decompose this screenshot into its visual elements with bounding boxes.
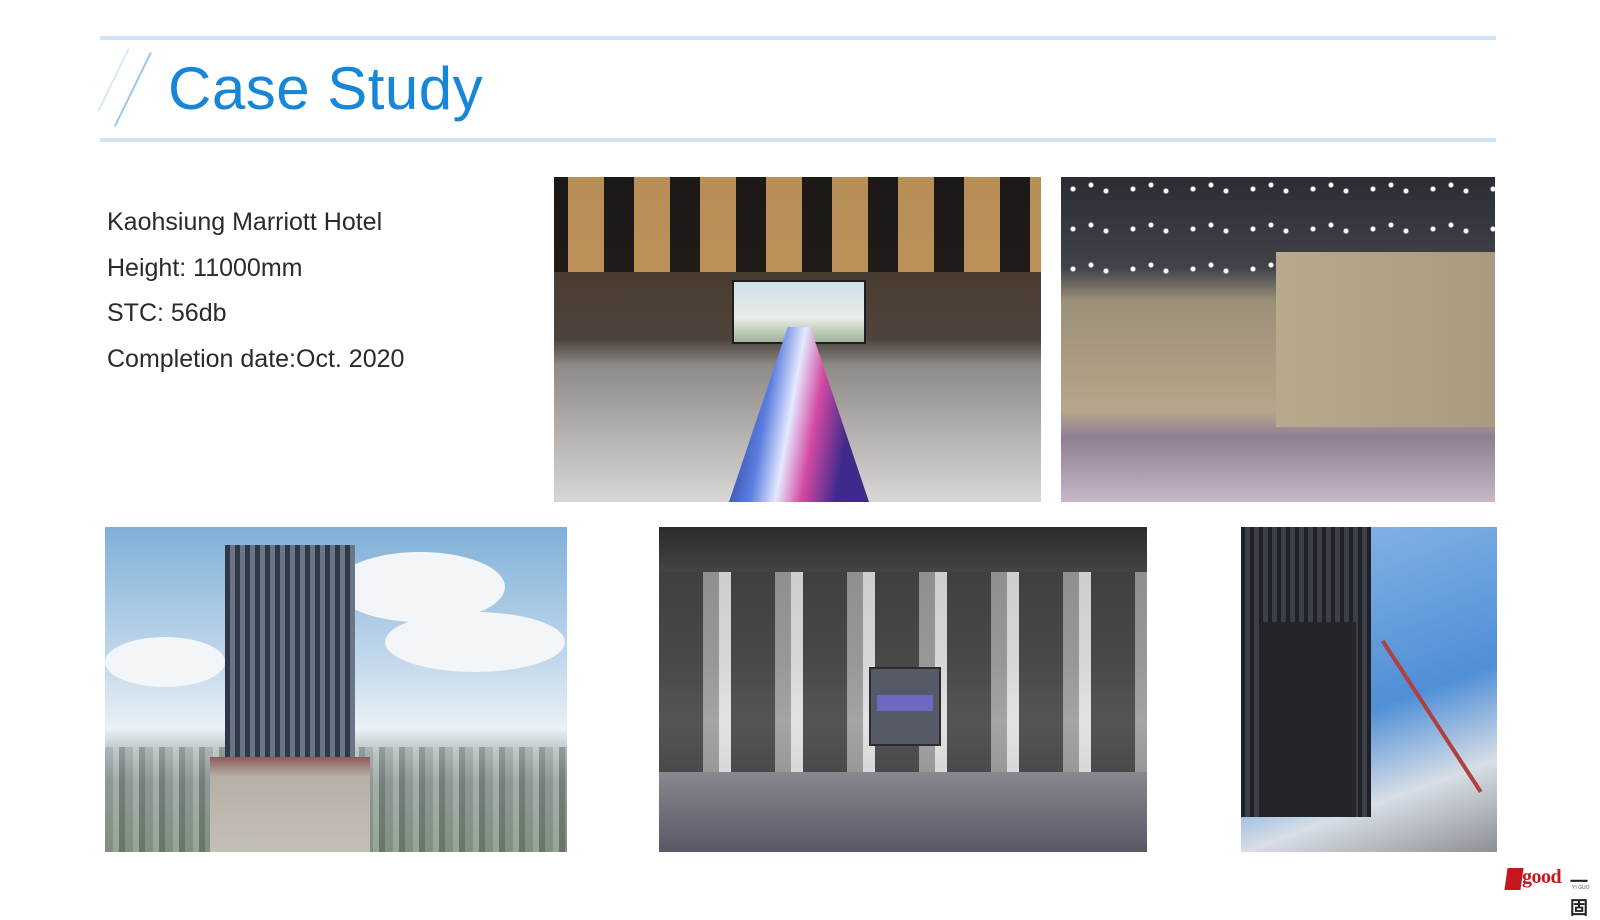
- lobby-photo: [659, 527, 1147, 852]
- building-facade-dark: [1261, 622, 1356, 817]
- partition-wall-photo: [1061, 177, 1495, 502]
- project-completion-date: Completion date:Oct. 2020: [107, 344, 405, 373]
- slide-title: Case Study: [168, 55, 484, 122]
- logo-subtext: YI GUO: [1572, 885, 1590, 891]
- cloud: [385, 612, 565, 672]
- project-name: Kaohsiung Marriott Hotel: [107, 208, 383, 236]
- construction-photo: [1241, 527, 1497, 852]
- crane-boom: [1381, 639, 1483, 793]
- movable-partition-wall: [1276, 252, 1495, 427]
- cloud: [105, 637, 225, 687]
- logo-word: good: [1522, 866, 1562, 888]
- project-height: Height: 11000mm: [107, 253, 303, 282]
- logo-mark: [1504, 868, 1524, 890]
- ballroom-photo: [554, 177, 1041, 502]
- ballroom-ceiling: [554, 177, 1041, 272]
- header-rule-top: [100, 36, 1496, 40]
- logo-chinese: 一固: [1570, 872, 1588, 918]
- project-details: Kaohsiung Marriott Hotel Height: 11000mm…: [107, 206, 404, 388]
- project-stc: STC: 56db: [107, 299, 227, 327]
- company-logo: good 一固 YI GUO: [1504, 866, 1594, 918]
- hotel-tower-photo: [105, 527, 567, 852]
- hotel-podium: [210, 757, 370, 852]
- lobby-entrance: [869, 667, 941, 746]
- header-rule-bottom: [100, 138, 1496, 142]
